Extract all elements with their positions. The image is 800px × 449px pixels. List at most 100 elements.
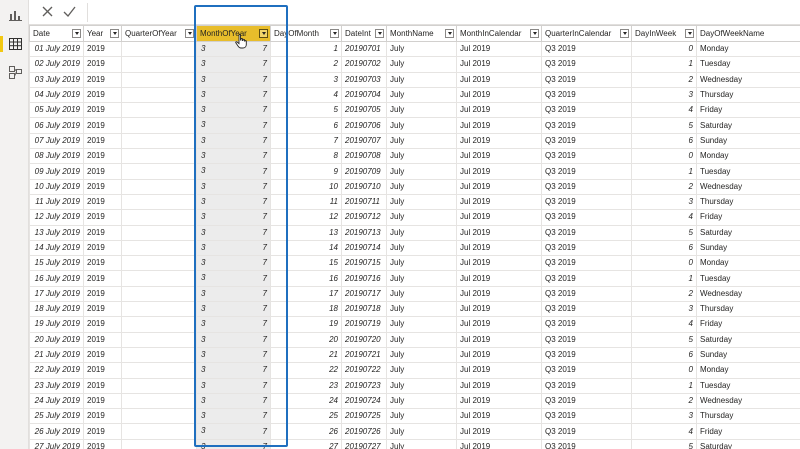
year-cell: 2019 [83, 86, 122, 104]
month-in-calendar-cell: Jul 2019 [456, 224, 542, 241]
header-row: Date Year QuarterOfYear MonthOfYear DayOfMon… [29, 25, 800, 42]
month-of-year-cell: 37 [196, 193, 271, 211]
date-int-cell: 20190717 [341, 285, 387, 303]
column-header-year[interactable]: Year [83, 25, 122, 42]
table-row: 05 July 2019 2019 3 7 5 20190705 July Jul 2019 Q… [29, 102, 800, 119]
month-name-cell: July [386, 255, 457, 272]
day-in-week-cell: 3 [631, 193, 697, 211]
filter-dropdown-icon[interactable] [110, 29, 119, 38]
filter-dropdown-icon[interactable] [685, 29, 694, 38]
date-cell: 04 July 2019 [29, 86, 84, 104]
month-value: 7 [262, 411, 267, 421]
column-header-monthname[interactable]: MonthName [386, 25, 457, 42]
column-header-monthincalendar[interactable]: MonthInCalendar [456, 25, 542, 42]
year-cell: 2019 [83, 193, 122, 211]
filter-dropdown-icon[interactable] [375, 29, 384, 38]
day-of-week-name-cell: Saturday [696, 117, 800, 134]
commit-formula-button[interactable] [61, 4, 77, 20]
day-in-week-cell: 2 [631, 178, 697, 195]
date-int-cell: 20190722 [341, 362, 387, 379]
year-cell: 2019 [83, 331, 122, 348]
year-cell: 2019 [83, 117, 122, 134]
quarter-of-year-cell [121, 438, 197, 449]
cancel-formula-button[interactable] [39, 4, 55, 20]
date-cell: 22 July 2019 [29, 362, 84, 379]
month-name-cell: July [386, 148, 457, 165]
quarter-in-calendar-cell: Q3 2019 [541, 301, 632, 318]
column-header-dayinweek[interactable]: DayInWeek [631, 25, 697, 42]
report-view-button[interactable] [4, 4, 26, 26]
table-row: 19 July 2019 2019 3 7 19 20190719 July Jul 2019… [29, 316, 800, 333]
day-of-month-cell: 25 [270, 408, 342, 425]
month-name-cell: July [386, 301, 457, 318]
column-header-dateint[interactable]: DateInt [341, 25, 387, 42]
model-view-button[interactable] [4, 61, 26, 83]
day-of-week-name-cell: Sunday [696, 132, 800, 150]
column-header-dayofmonth[interactable]: DayOfMonth [270, 25, 342, 42]
table-row: 12 July 2019 2019 3 7 12 20190712 July Jul 2019… [29, 209, 800, 226]
day-of-week-name-cell: Tuesday [696, 163, 800, 180]
column-header-date[interactable]: Date [29, 25, 84, 42]
filter-dropdown-icon[interactable] [72, 29, 81, 38]
filter-dropdown-icon[interactable] [330, 29, 339, 38]
column-header-quarterofyear[interactable]: QuarterOfYear [121, 25, 197, 42]
filter-dropdown-icon[interactable] [620, 29, 629, 38]
month-name-cell: July [386, 392, 457, 410]
day-of-month-cell: 10 [270, 178, 342, 195]
date-int-cell: 20190724 [341, 392, 387, 410]
month-name-cell: July [386, 316, 457, 333]
month-value: 7 [262, 181, 267, 191]
filter-dropdown-icon[interactable] [445, 29, 454, 38]
year-cell: 2019 [83, 56, 122, 73]
day-of-month-cell: 3 [270, 71, 342, 88]
day-of-month-cell: 12 [270, 209, 342, 226]
month-in-calendar-cell: Jul 2019 [456, 377, 542, 394]
day-of-week-name-cell: Thursday [696, 193, 800, 211]
view-switcher-rail [0, 0, 29, 449]
year-cell: 2019 [83, 423, 122, 440]
quarter-in-calendar-cell: Q3 2019 [541, 423, 632, 440]
quarter-in-calendar-cell: Q3 2019 [541, 438, 632, 449]
filter-dropdown-icon[interactable] [185, 29, 194, 38]
quarter-of-year-cell [121, 117, 197, 134]
day-in-week-cell: 4 [631, 209, 697, 226]
quarter-of-year-cell [121, 193, 197, 211]
table-row: 17 July 2019 2019 3 7 17 20190717 July Jul 2019… [29, 285, 800, 303]
month-value: 7 [262, 304, 267, 314]
year-cell: 2019 [83, 178, 122, 195]
day-of-month-cell: 1 [270, 40, 342, 58]
filter-dropdown-icon[interactable] [530, 29, 539, 38]
month-value: 7 [262, 74, 267, 84]
quarter-in-calendar-cell: Q3 2019 [541, 148, 632, 165]
month-value: 7 [262, 258, 267, 268]
column-header-quarterincalendar[interactable]: QuarterInCalendar [541, 25, 632, 42]
month-name-cell: July [386, 163, 457, 180]
quarter-in-calendar-cell: Q3 2019 [541, 270, 632, 287]
formula-input[interactable] [91, 3, 798, 22]
table-row: 20 July 2019 2019 3 7 20 20190720 July Jul 2019… [29, 331, 800, 348]
date-cell: 21 July 2019 [29, 346, 84, 364]
year-cell: 2019 [83, 301, 122, 318]
date-int-cell: 20190704 [341, 86, 387, 104]
filter-dropdown-icon[interactable] [259, 29, 268, 38]
day-of-week-name-cell: Wednesday [696, 71, 800, 88]
day-in-week-cell: 4 [631, 423, 697, 440]
quarter-in-calendar-cell: Q3 2019 [541, 209, 632, 226]
month-name-cell: July [386, 117, 457, 134]
date-cell: 19 July 2019 [29, 316, 84, 333]
data-view-icon [8, 38, 22, 50]
day-of-month-cell: 2 [270, 56, 342, 73]
date-cell: 08 July 2019 [29, 148, 84, 165]
quarter-value: 3 [201, 212, 206, 222]
data-view-button[interactable] [0, 33, 26, 55]
day-of-month-cell: 16 [270, 270, 342, 287]
month-of-year-cell: 37 [196, 377, 271, 394]
day-in-week-cell: 4 [631, 102, 697, 119]
month-name-cell: July [386, 224, 457, 241]
date-cell: 18 July 2019 [29, 301, 84, 318]
column-header-monthofyear[interactable]: MonthOfYear [196, 25, 271, 42]
column-header-dayofweekname[interactable]: DayOfWeekName [696, 25, 800, 42]
month-in-calendar-cell: Jul 2019 [456, 178, 542, 195]
month-value: 7 [262, 350, 267, 360]
table-row: 15 July 2019 2019 3 7 15 20190715 July Jul 2019… [29, 255, 800, 272]
